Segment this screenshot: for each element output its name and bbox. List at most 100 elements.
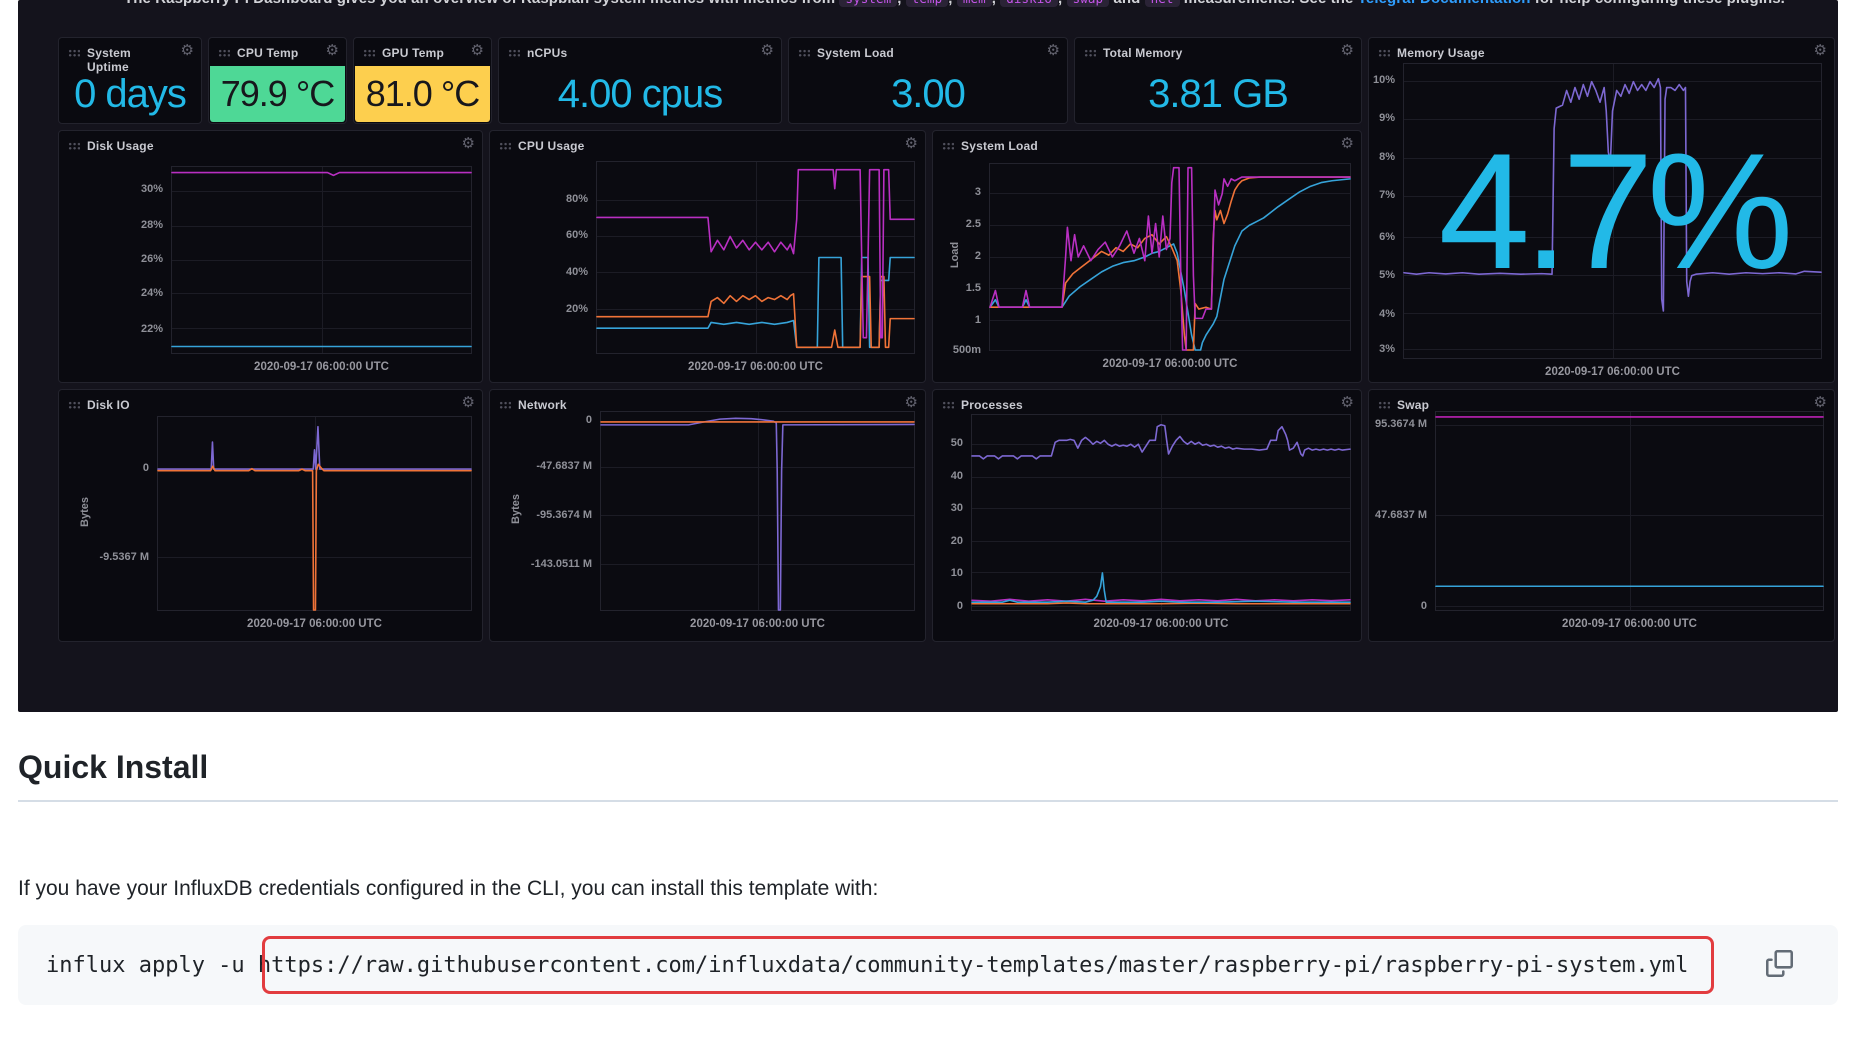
drag-handle-icon[interactable] <box>508 49 520 57</box>
axis-tick-label: 50 <box>933 437 963 449</box>
axis-tick-label: 40 <box>933 470 963 482</box>
panel-system_load2: System Load⚙Load32.521.51500m2020-09-17 … <box>932 130 1362 383</box>
drag-handle-icon[interactable] <box>499 142 511 150</box>
drag-handle-icon[interactable] <box>1378 49 1390 57</box>
axis-tick-label: 0 <box>490 414 592 426</box>
chart-plot <box>989 163 1351 351</box>
chart-plot <box>971 414 1351 611</box>
code-prefix: influx apply -u <box>46 953 258 978</box>
axis-tick-label: 47.6837 M <box>1369 509 1427 521</box>
gear-icon[interactable]: ⚙ <box>1047 43 1060 58</box>
axis-tick-label: 500m <box>933 344 981 356</box>
panel-title: Disk IO <box>87 398 130 412</box>
stat-body: 81.0 °C <box>355 66 490 122</box>
code-pill: mem <box>957 0 992 7</box>
panel-disk_io: Disk IO⚙Bytes0-9.5367 M2020-09-17 06:00:… <box>58 389 483 642</box>
gear-icon[interactable]: ⚙ <box>1341 395 1354 410</box>
drag-handle-icon[interactable] <box>942 401 954 409</box>
panel-network: Network⚙Bytes0-47.6837 M-95.3674 M-143.0… <box>489 389 926 642</box>
axis-tick-label: 9% <box>1369 112 1395 124</box>
gear-icon[interactable]: ⚙ <box>326 43 339 58</box>
gear-icon[interactable]: ⚙ <box>1341 43 1354 58</box>
install-instructions: If you have your InfluxDB credentials co… <box>18 877 878 901</box>
series-purple <box>158 427 471 469</box>
gear-icon[interactable]: ⚙ <box>462 395 475 410</box>
axis-tick-label: 0 <box>1369 600 1427 612</box>
axis-tick-label: 4% <box>1369 308 1395 320</box>
stat-body: 79.9 °C <box>210 66 345 122</box>
panel-header: GPU Temp⚙ <box>354 38 491 60</box>
axis-tick-label: 60% <box>490 229 588 241</box>
gear-icon[interactable]: ⚙ <box>761 43 774 58</box>
axis-tick-label: 80% <box>490 193 588 205</box>
page-title: Quick Install <box>18 749 1838 802</box>
network-chart <box>601 412 914 610</box>
code-pill: system <box>839 0 897 7</box>
note-text: , <box>897 0 906 7</box>
telegraf-docs-link[interactable]: Telegraf Documentation <box>1358 0 1531 7</box>
x-axis-date-label: 2020-09-17 06:00:00 UTC <box>1403 366 1822 378</box>
code-pill: swap <box>1067 0 1110 7</box>
panel-title: CPU Temp <box>237 46 298 60</box>
gear-icon[interactable]: ⚙ <box>462 136 475 151</box>
series-magenta <box>597 170 914 338</box>
series-blue <box>972 573 1350 602</box>
system_load2-chart <box>990 164 1350 350</box>
stat-body: 3.00 <box>790 66 1066 122</box>
drag-handle-icon[interactable] <box>499 401 511 409</box>
drag-handle-icon[interactable] <box>68 49 80 57</box>
panel-ncpus: nCPUs⚙4.00 cpus <box>498 37 782 124</box>
gear-icon[interactable]: ⚙ <box>905 136 918 151</box>
drag-handle-icon[interactable] <box>218 49 230 57</box>
x-axis-date-label: 2020-09-17 06:00:00 UTC <box>596 361 915 373</box>
panel-title: Swap <box>1397 398 1429 412</box>
stat-body: 4.00 cpus <box>500 66 780 122</box>
panel-title: Disk Usage <box>87 139 154 153</box>
axis-tick-label: 2.5 <box>933 218 981 230</box>
panel-title: CPU Usage <box>518 139 585 153</box>
y-axis-label: Bytes <box>79 492 91 532</box>
series-magenta <box>172 173 471 176</box>
copy-icon <box>1766 950 1793 980</box>
panel-header: Total Memory ⚙ <box>1075 38 1361 60</box>
drag-handle-icon[interactable] <box>68 401 80 409</box>
x-axis-date-label: 2020-09-17 06:00:00 UTC <box>971 618 1351 630</box>
stat-value: 3.81 GB <box>1148 72 1288 117</box>
gear-icon[interactable]: ⚙ <box>1341 136 1354 151</box>
axis-tick-label: 24% <box>59 287 163 299</box>
dashboard-note: The Raspberry Pi Dashboard gives you an … <box>124 0 1785 7</box>
gear-icon[interactable]: ⚙ <box>905 395 918 410</box>
stat-body: 0 days <box>60 66 200 122</box>
panel-header: System Load⚙ <box>789 38 1067 60</box>
drag-handle-icon[interactable] <box>1378 401 1390 409</box>
axis-tick-label: 30 <box>933 502 963 514</box>
drag-handle-icon[interactable] <box>1084 49 1096 57</box>
stat-value: 79.9 °C <box>221 73 334 115</box>
axis-tick-label: -143.0511 M <box>490 558 592 570</box>
drag-handle-icon[interactable] <box>798 49 810 57</box>
stat-value: 3.00 <box>891 72 965 117</box>
panel-title: Total Memory <box>1103 46 1183 60</box>
axis-tick-label: 26% <box>59 253 163 265</box>
copy-button[interactable] <box>1762 948 1796 982</box>
note-text: for help configuring these plugins. <box>1531 0 1785 7</box>
chart-plot <box>596 161 915 354</box>
chart-plot <box>600 411 915 611</box>
axis-tick-label: 40% <box>490 266 588 278</box>
processes-chart <box>972 415 1350 610</box>
gear-icon[interactable]: ⚙ <box>471 43 484 58</box>
panel-total_memory: Total Memory ⚙ 3.81 GB <box>1074 37 1362 124</box>
axis-tick-label: 95.3674 M <box>1369 418 1427 430</box>
gear-icon[interactable]: ⚙ <box>1814 395 1827 410</box>
panel-title: Processes <box>961 398 1023 412</box>
drag-handle-icon[interactable] <box>363 49 375 57</box>
drag-handle-icon[interactable] <box>68 142 80 150</box>
drag-handle-icon[interactable] <box>942 142 954 150</box>
axis-tick-label: 20 <box>933 535 963 547</box>
panel-cpu_temp: CPU Temp ⚙ 79.9 °C <box>208 37 347 124</box>
x-axis-date-label: 2020-09-17 06:00:00 UTC <box>989 358 1351 370</box>
axis-tick-label: 22% <box>59 323 163 335</box>
gear-icon[interactable]: ⚙ <box>181 43 194 58</box>
gear-icon[interactable]: ⚙ <box>1814 43 1827 58</box>
code-block: influx apply -u https://raw.githubuserco… <box>18 925 1838 1005</box>
